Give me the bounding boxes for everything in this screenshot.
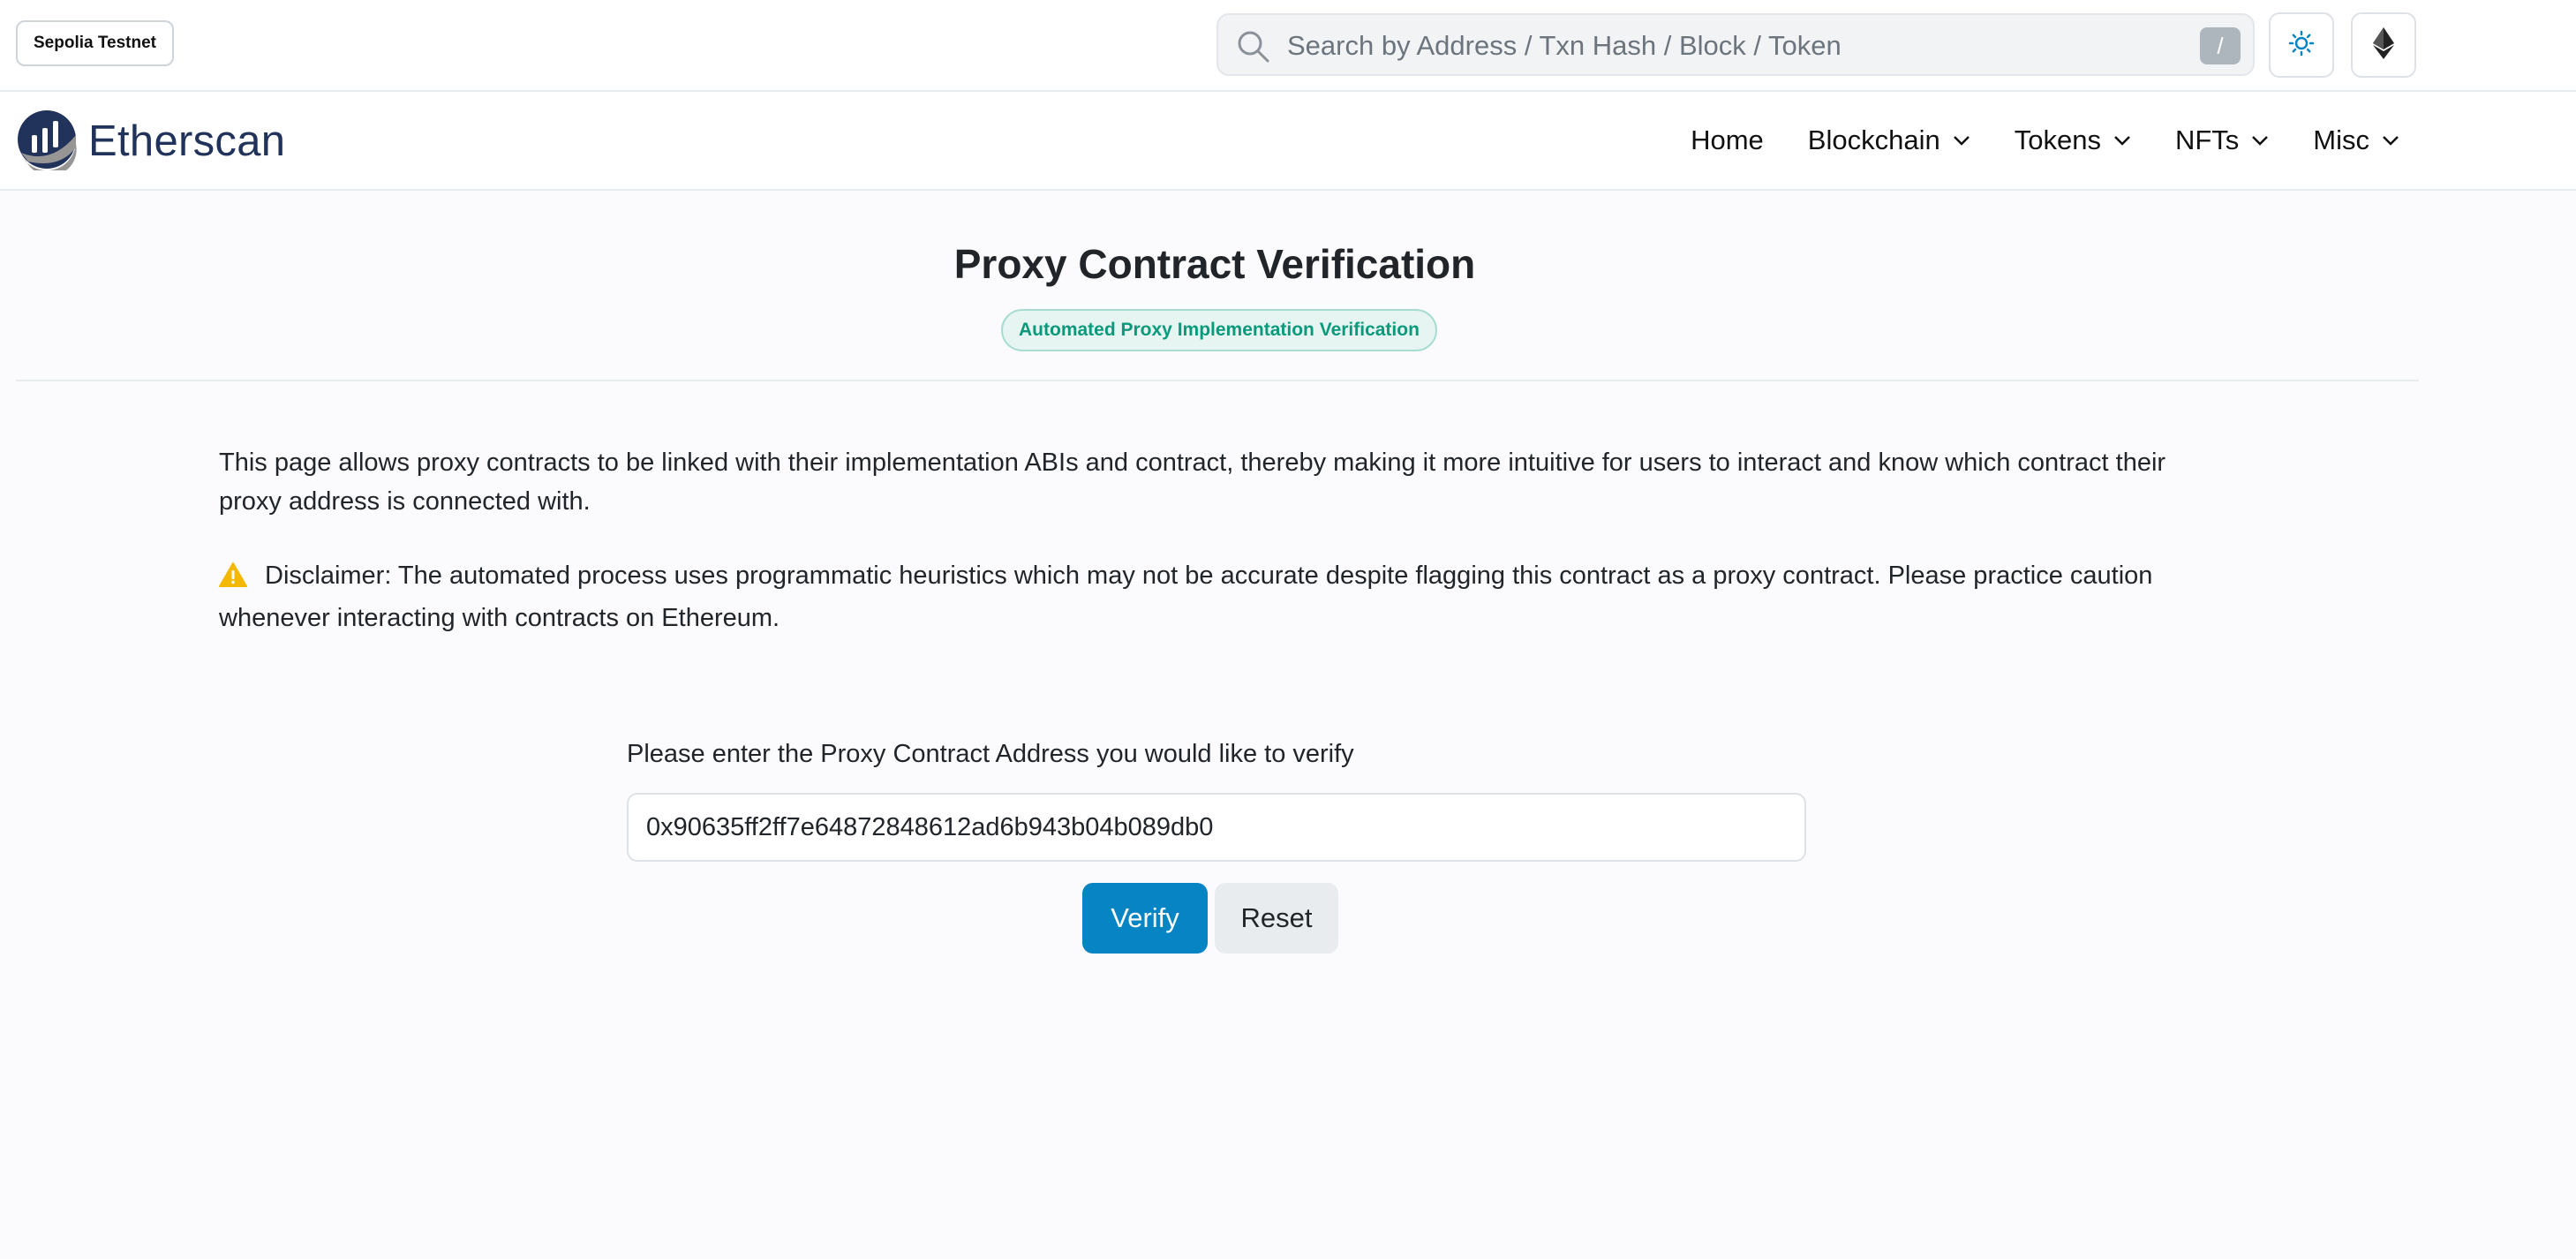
search-icon bbox=[1236, 29, 1271, 64]
reset-button[interactable]: Reset bbox=[1215, 883, 1338, 954]
search-shortcut-key: / bbox=[2200, 27, 2241, 64]
etherscan-logo[interactable]: Etherscan bbox=[16, 109, 286, 176]
network-badge[interactable]: Sepolia Testnet bbox=[16, 20, 175, 66]
chevron-down-icon bbox=[2383, 136, 2399, 146]
disclaimer-text: Disclaimer: The automated process uses p… bbox=[219, 562, 2153, 632]
nav-item-blockchain[interactable]: Blockchain bbox=[1808, 124, 1970, 156]
search-box[interactable]: / bbox=[1216, 13, 2255, 76]
top-bar: Sepolia Testnet / bbox=[0, 0, 2576, 92]
network-switch-button[interactable] bbox=[2351, 12, 2416, 78]
chevron-down-icon bbox=[2114, 136, 2130, 146]
theme-toggle-button[interactable] bbox=[2269, 12, 2334, 78]
main-navbar: Etherscan Home Blockchain Tokens NFTs Mi… bbox=[0, 92, 2576, 191]
proxy-address-input[interactable] bbox=[627, 793, 1806, 862]
nav-item-label: Misc bbox=[2313, 124, 2369, 155]
verify-button[interactable]: Verify bbox=[1082, 883, 1208, 954]
nav-item-misc[interactable]: Misc bbox=[2313, 124, 2399, 156]
header-divider bbox=[16, 380, 2419, 381]
proxy-address-label: Please enter the Proxy Contract Address … bbox=[627, 740, 1354, 768]
nav-item-label: Blockchain bbox=[1807, 124, 1940, 155]
chevron-down-icon bbox=[1953, 136, 1970, 146]
nav-item-nfts[interactable]: NFTs bbox=[2175, 124, 2269, 156]
nav-menu: Home Blockchain Tokens NFTs Misc bbox=[1646, 92, 2399, 189]
ethereum-icon bbox=[2373, 26, 2394, 64]
chevron-down-icon bbox=[2252, 136, 2269, 146]
page-description: This page allows proxy contracts to be l… bbox=[219, 449, 2166, 516]
nav-item-label: Tokens bbox=[2014, 124, 2101, 155]
nav-item-label: NFTs bbox=[2174, 124, 2240, 155]
nav-item-tokens[interactable]: Tokens bbox=[2015, 124, 2131, 156]
nav-item-label: Home bbox=[1691, 124, 1764, 155]
warning-icon bbox=[219, 560, 247, 599]
sun-icon bbox=[2288, 30, 2315, 61]
verification-type-badge: Automated Proxy Implementation Verificat… bbox=[1001, 309, 1437, 351]
nav-item-home[interactable]: Home bbox=[1691, 124, 1764, 156]
etherscan-logo-icon bbox=[16, 109, 78, 176]
search-input[interactable] bbox=[1285, 24, 2172, 68]
logo-text: Etherscan bbox=[88, 117, 286, 165]
page-title: Proxy Contract Verification bbox=[953, 241, 1476, 287]
disclaimer: Disclaimer: The automated process uses p… bbox=[219, 556, 2214, 637]
